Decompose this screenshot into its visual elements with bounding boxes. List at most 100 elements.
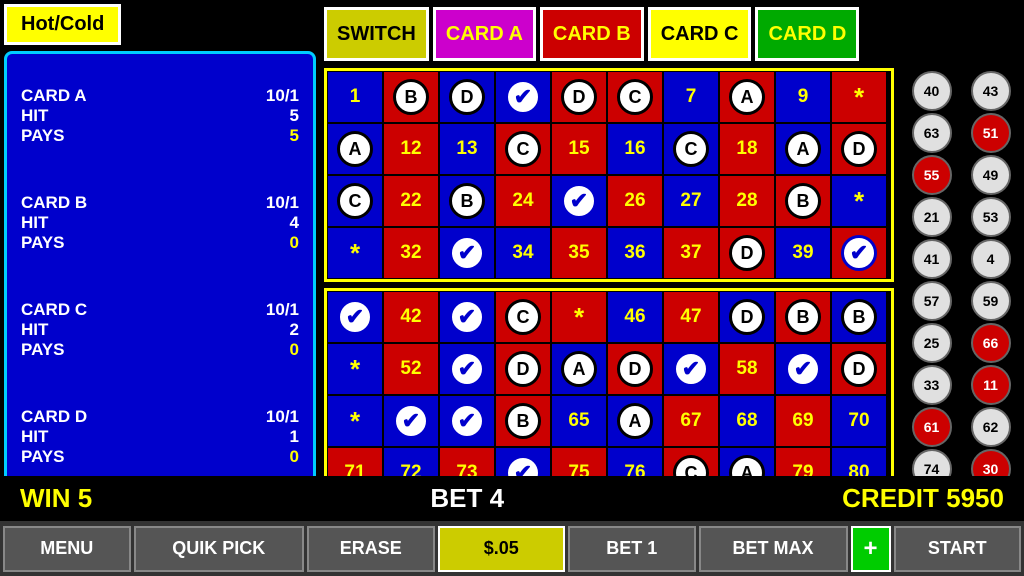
card-d-button[interactable]: CARD D <box>755 7 859 61</box>
grid-cell[interactable]: A <box>607 395 663 447</box>
grid-cell[interactable]: 27 <box>663 175 719 227</box>
grid-cell[interactable]: ✔ <box>439 227 495 279</box>
bet-display: BET 4 <box>430 483 504 514</box>
card-a-button[interactable]: CARD A <box>433 7 536 61</box>
grid-cell[interactable]: 32 <box>383 227 439 279</box>
grid-cell[interactable]: ✔ <box>551 175 607 227</box>
grid-cell[interactable]: * <box>327 395 383 447</box>
grid-cell[interactable]: D <box>831 123 887 175</box>
menu-button[interactable]: MENU <box>3 526 131 572</box>
grid-cell[interactable]: D <box>495 343 551 395</box>
ball: 33 <box>912 365 952 405</box>
grid-cell[interactable]: 70 <box>831 395 887 447</box>
grid-cell[interactable]: B <box>383 71 439 123</box>
grid-cell[interactable]: C <box>495 291 551 343</box>
grid-cell[interactable]: 15 <box>551 123 607 175</box>
grid-cell[interactable]: ✔ <box>327 291 383 343</box>
grid-cell[interactable]: D <box>439 71 495 123</box>
card-block-card-a: CARD A10/1 HIT5 PAYS5 <box>21 86 299 146</box>
ball: 57 <box>912 281 952 321</box>
grid-cell[interactable]: 46 <box>607 291 663 343</box>
ball: 41 <box>912 239 952 279</box>
grid-cell[interactable]: 1 <box>327 71 383 123</box>
grid-cell[interactable]: ✔ <box>439 395 495 447</box>
grid-cell[interactable]: ✔ <box>775 343 831 395</box>
grid-cell[interactable]: B <box>831 291 887 343</box>
grid-cell[interactable]: 52 <box>383 343 439 395</box>
quik-pick-button[interactable]: QUIK PICK <box>134 526 305 572</box>
grid-cell[interactable]: 26 <box>607 175 663 227</box>
grid-cell[interactable]: 42 <box>383 291 439 343</box>
bet-max-button[interactable]: BET MAX <box>699 526 848 572</box>
card-b-button[interactable]: CARD B <box>540 7 644 61</box>
top-nav: SWITCH CARD A CARD B CARD C CARD D <box>324 4 1024 64</box>
card-block-card-b: CARD B10/1 HIT4 PAYS0 <box>21 193 299 253</box>
grid-cell[interactable]: 36 <box>607 227 663 279</box>
grid-cell[interactable]: * <box>327 343 383 395</box>
grid-cell[interactable]: * <box>831 71 887 123</box>
left-panel: Hot/Cold CARD A10/1 HIT5 PAYS5 CARD B10/… <box>0 0 320 510</box>
grid-cell[interactable]: ✔ <box>495 71 551 123</box>
ball-row: 57 59 <box>902 281 1020 321</box>
grid-cell[interactable]: A <box>719 71 775 123</box>
grid-cell[interactable]: B <box>439 175 495 227</box>
grid-cell[interactable]: 16 <box>607 123 663 175</box>
grid-section-2: ✔42✔C*4647DBB*52✔DAD✔58✔D*✔✔B65A67686970… <box>324 288 894 502</box>
grid-cell[interactable]: 13 <box>439 123 495 175</box>
grid-cell[interactable]: 69 <box>775 395 831 447</box>
grid-cell[interactable]: * <box>551 291 607 343</box>
grid-area: 1BD✔DC7A9*A1213C1516C18ADC22B24✔262728B*… <box>324 68 894 476</box>
grid-cell[interactable]: * <box>831 175 887 227</box>
grid-cell[interactable]: A <box>327 123 383 175</box>
grid-cell[interactable]: ✔ <box>663 343 719 395</box>
grid-cell[interactable]: B <box>495 395 551 447</box>
grid-cell[interactable]: 35 <box>551 227 607 279</box>
grid-cell[interactable]: 7 <box>663 71 719 123</box>
plus-button[interactable]: + <box>851 526 891 572</box>
grid-cell[interactable]: B <box>775 291 831 343</box>
grid-cell[interactable]: C <box>327 175 383 227</box>
grid-cell[interactable]: C <box>607 71 663 123</box>
grid-cell[interactable]: ✔ <box>439 291 495 343</box>
grid-cell[interactable]: 28 <box>719 175 775 227</box>
card-block-card-d: CARD D10/1 HIT1 PAYS0 <box>21 407 299 467</box>
grid-cell[interactable]: 24 <box>495 175 551 227</box>
ball: 59 <box>971 281 1011 321</box>
grid-cell[interactable]: ✔ <box>439 343 495 395</box>
grid-cell[interactable]: 12 <box>383 123 439 175</box>
grid-section-1: 1BD✔DC7A9*A1213C1516C18ADC22B24✔262728B*… <box>324 68 894 282</box>
grid-cell[interactable]: D <box>551 71 607 123</box>
card-c-button[interactable]: CARD C <box>648 7 752 61</box>
grid-cell[interactable]: B <box>775 175 831 227</box>
start-button[interactable]: START <box>894 526 1022 572</box>
grid-cell[interactable]: 39 <box>775 227 831 279</box>
amount-button[interactable]: $.05 <box>438 526 566 572</box>
grid-cell[interactable]: 65 <box>551 395 607 447</box>
erase-button[interactable]: ERASE <box>307 526 435 572</box>
grid-cell[interactable]: 68 <box>719 395 775 447</box>
grid-cell[interactable]: ✔ <box>383 395 439 447</box>
grid-cell[interactable]: A <box>551 343 607 395</box>
grid-cell[interactable]: 22 <box>383 175 439 227</box>
ball: 43 <box>971 71 1011 111</box>
grid-cell[interactable]: D <box>831 343 887 395</box>
grid-cell[interactable]: D <box>607 343 663 395</box>
grid-cell[interactable]: D <box>719 291 775 343</box>
grid-cell[interactable]: 18 <box>719 123 775 175</box>
grid-cell[interactable]: C <box>495 123 551 175</box>
bet1-button[interactable]: BET 1 <box>568 526 696 572</box>
grid-cell[interactable]: 34 <box>495 227 551 279</box>
switch-button[interactable]: SWITCH <box>324 7 429 61</box>
grid-cell[interactable]: 58 <box>719 343 775 395</box>
ball-row: 6162 <box>902 407 1020 447</box>
grid-cell[interactable]: ✔ <box>831 227 887 279</box>
grid-cell[interactable]: C <box>663 123 719 175</box>
hot-cold-button[interactable]: Hot/Cold <box>4 4 121 45</box>
grid-cell[interactable]: * <box>327 227 383 279</box>
grid-cell[interactable]: D <box>719 227 775 279</box>
grid-cell[interactable]: A <box>775 123 831 175</box>
grid-cell[interactable]: 47 <box>663 291 719 343</box>
grid-cell[interactable]: 37 <box>663 227 719 279</box>
grid-cell[interactable]: 67 <box>663 395 719 447</box>
grid-cell[interactable]: 9 <box>775 71 831 123</box>
